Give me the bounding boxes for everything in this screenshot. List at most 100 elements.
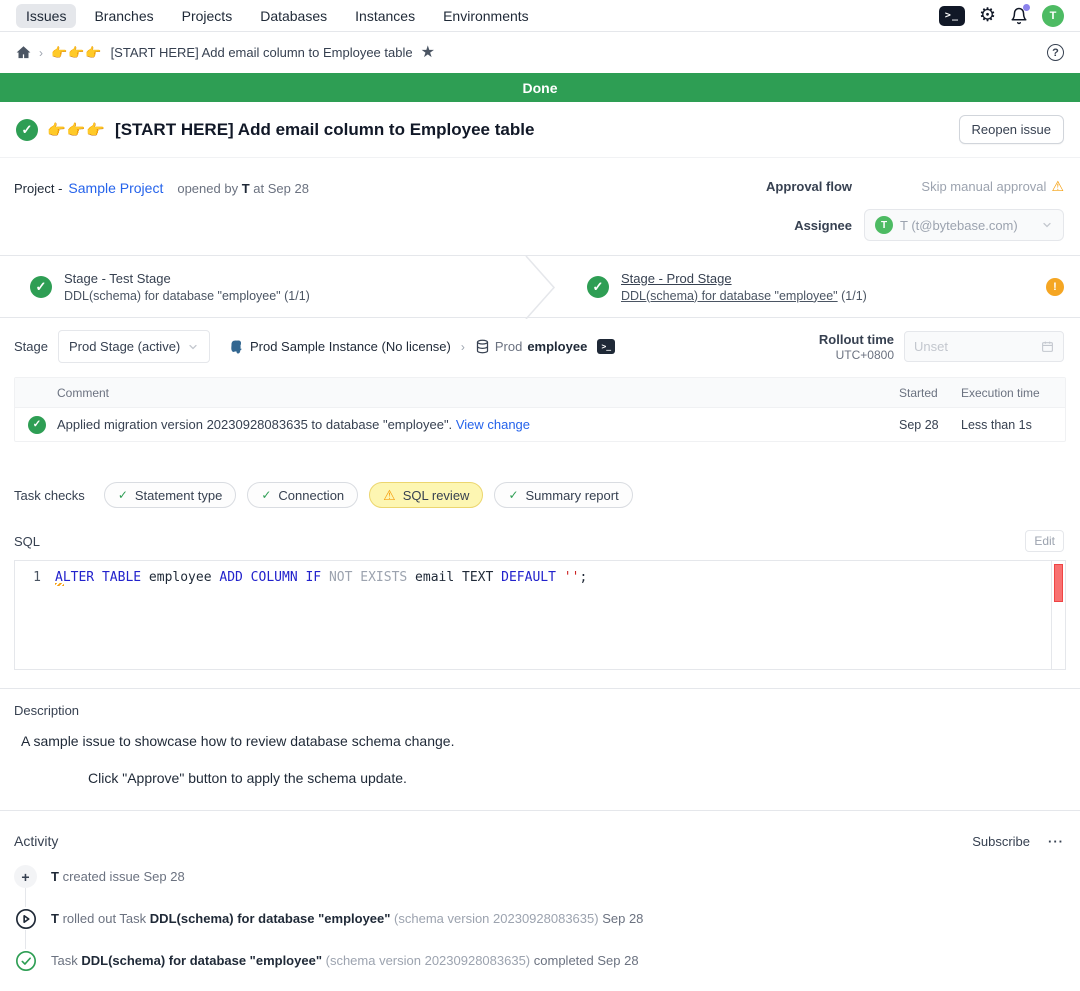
lint-squiggle <box>55 583 64 586</box>
task-checks-label: Task checks <box>14 488 85 503</box>
breadcrumb-separator: › <box>39 46 43 60</box>
reopen-issue-button[interactable]: Reopen issue <box>959 115 1065 144</box>
database-link[interactable]: Prod employee <box>475 339 587 354</box>
check-icon: ✓ <box>118 488 128 502</box>
check-sql-review[interactable]: ⚠ SQL review <box>369 482 483 508</box>
sql-label: SQL <box>14 534 40 549</box>
project-link[interactable]: Sample Project <box>68 180 163 196</box>
check-statement-type[interactable]: ✓ Statement type <box>104 482 237 508</box>
warning-triangle-icon: ⚠ <box>1051 178 1064 195</box>
nav-item-projects[interactable]: Projects <box>172 4 243 28</box>
opened-by-text: opened by T at Sep 28 <box>177 181 309 196</box>
assignee-avatar: T <box>875 216 893 234</box>
activity-timeline: + T created issue Sep 28 T rolled out Ta… <box>0 855 1080 972</box>
sql-edit-button[interactable]: Edit <box>1025 530 1064 552</box>
issue-title: [START HERE] Add email column to Employe… <box>115 120 534 140</box>
subscribe-button[interactable]: Subscribe <box>972 834 1030 849</box>
table-row: ✓ Applied migration version 202309280836… <box>15 407 1065 441</box>
instance-link[interactable]: Prod Sample Instance (No license) <box>228 339 451 355</box>
chevron-down-icon <box>1041 219 1053 231</box>
chevron-down-icon <box>187 341 199 353</box>
task-name: DDL(schema) for database "employee" <box>150 911 391 926</box>
view-change-link[interactable]: View change <box>456 417 530 432</box>
nav-item-instances[interactable]: Instances <box>345 4 425 28</box>
check-summary-report[interactable]: ✓ Summary report <box>494 482 632 508</box>
home-icon[interactable] <box>16 45 31 60</box>
database-icon <box>475 339 490 354</box>
description-section: Description A sample issue to showcase h… <box>0 689 1080 786</box>
description-text: Click "Approve" button to apply the sche… <box>88 770 1064 786</box>
rollout-timezone: UTC+0800 <box>819 348 894 362</box>
issue-header: ✓ 👉👉👉 [START HERE] Add email column to E… <box>0 102 1080 158</box>
rollout-time-input[interactable]: Unset <box>904 331 1064 362</box>
sql-editor: 1 ALTER TABLE employee ADD COLUMN IF NOT… <box>14 560 1066 670</box>
check-icon: ✓ <box>508 488 518 502</box>
calendar-icon <box>1041 340 1054 353</box>
header-started: Started <box>899 386 961 400</box>
activity-title: Activity <box>14 833 58 849</box>
project-label: Project - <box>14 181 62 196</box>
stage-subtitle: DDL(schema) for database "employee" (1/1… <box>64 289 310 303</box>
activity-header: Activity Subscribe ··· <box>0 811 1080 855</box>
stage-title: Stage - Test Stage <box>64 271 310 286</box>
description-text: A sample issue to showcase how to review… <box>21 733 1064 749</box>
pointing-hand-emoji: 👉👉👉 <box>51 45 103 61</box>
nav-item-databases[interactable]: Databases <box>250 4 337 28</box>
assignee-select[interactable]: T T (t@bytebase.com) <box>864 209 1064 241</box>
migration-comment: Applied migration version 20230928083635… <box>57 417 452 432</box>
check-icon: ✓ <box>261 488 271 502</box>
header-execution-time: Execution time <box>961 386 1065 400</box>
play-circle-icon <box>14 907 37 930</box>
nav-item-branches[interactable]: Branches <box>84 4 163 28</box>
sql-editor-terminal-icon[interactable]: >_ <box>939 6 965 26</box>
activity-item-rollout: T rolled out Task DDL(schema) for databa… <box>14 907 1080 930</box>
user-avatar[interactable]: T <box>1042 5 1064 27</box>
postgres-icon <box>228 339 244 355</box>
stage-check-icon: ✓ <box>30 276 52 298</box>
description-label: Description <box>14 703 1064 718</box>
notification-dot <box>1023 4 1030 11</box>
plus-icon: + <box>14 865 37 888</box>
approval-flow-value: Skip manual approval ⚠ <box>921 178 1064 195</box>
task-checks: Task checks ✓ Statement type ✓ Connectio… <box>0 442 1080 508</box>
creator-name: T <box>242 181 250 196</box>
stage-label: Stage <box>14 339 48 354</box>
pointing-hand-emoji: 👉👉👉 <box>47 121 106 139</box>
activity-menu-icon[interactable]: ··· <box>1048 834 1064 849</box>
check-connection[interactable]: ✓ Connection <box>247 482 358 508</box>
breadcrumb-issue-title[interactable]: [START HERE] Add email column to Employe… <box>111 45 413 60</box>
table-header: Comment Started Execution time <box>15 378 1065 407</box>
nav-item-issues[interactable]: Issues <box>16 4 76 28</box>
done-check-icon: ✓ <box>16 119 38 141</box>
open-in-sql-editor-icon[interactable]: >_ <box>597 339 615 354</box>
stage-card-test[interactable]: ✓ Stage - Test Stage DDL(schema) for dat… <box>0 256 523 317</box>
settings-gear-icon[interactable]: ⚙ <box>979 6 996 25</box>
stage-select[interactable]: Prod Stage (active) <box>58 330 210 363</box>
issue-meta: Project - Sample Project opened by T at … <box>0 158 1080 255</box>
stage-subtitle: DDL(schema) for database "employee" (1/1… <box>621 289 867 303</box>
assignee-value: T (t@bytebase.com) <box>900 218 1034 233</box>
check-circle-icon <box>14 949 37 972</box>
stage-alert-badge[interactable]: ! <box>1046 278 1064 296</box>
help-icon[interactable]: ? <box>1047 44 1064 61</box>
task-run-table: Comment Started Execution time ✓ Applied… <box>14 377 1066 442</box>
breadcrumb: › 👉👉👉 [START HERE] Add email column to E… <box>0 32 1080 73</box>
assignee-label: Assignee <box>794 218 852 233</box>
actor-name: T <box>51 869 59 884</box>
rollout-time-label: Rollout time <box>819 332 894 347</box>
notifications-bell-icon[interactable] <box>1010 7 1028 25</box>
task-name: DDL(schema) for database "employee" <box>81 953 322 968</box>
top-nav: Issues Branches Projects Databases Insta… <box>0 0 1080 32</box>
stage-card-prod[interactable]: ✓ Stage - Prod Stage DDL(schema) for dat… <box>557 256 1080 317</box>
star-icon[interactable]: ★ <box>421 45 435 61</box>
approval-flow-label: Approval flow <box>766 179 852 194</box>
nav-item-environments[interactable]: Environments <box>433 4 539 28</box>
stage-check-icon: ✓ <box>587 276 609 298</box>
line-number: 1 <box>15 561 51 669</box>
activity-item-created: + T created issue Sep 28 <box>14 865 1080 888</box>
warning-triangle-icon: ⚠ <box>383 487 396 504</box>
editor-scrollbar[interactable] <box>1051 561 1065 669</box>
stage-separator-chevron <box>523 256 557 319</box>
header-comment: Comment <box>57 386 899 400</box>
error-marker <box>1054 564 1063 602</box>
